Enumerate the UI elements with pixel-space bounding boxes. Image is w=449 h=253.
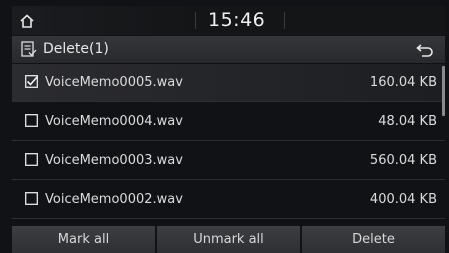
list-item[interactable]: VoiceMemo0005.wav 160.04 KB <box>12 64 445 102</box>
clock: 15:46 <box>208 9 266 31</box>
file-size: 560.04 KB <box>369 153 437 168</box>
list-item[interactable]: VoiceMemo0002.wav 400.04 KB <box>12 181 445 219</box>
home-icon <box>20 13 34 28</box>
file-name: VoiceMemo0005.wav <box>45 75 183 90</box>
checkbox-icon[interactable] <box>25 153 38 166</box>
mark-all-button[interactable]: Mark all <box>12 226 155 253</box>
file-name: VoiceMemo0003.wav <box>45 153 183 168</box>
file-size: 400.04 KB <box>369 192 437 207</box>
screen: 15:46 Delete(1) VoiceMemo0005.wav 160.04… <box>0 0 449 253</box>
file-size: 160.04 KB <box>369 75 437 90</box>
file-name: VoiceMemo0002.wav <box>45 192 183 207</box>
home-button[interactable] <box>12 6 42 35</box>
scrollbar[interactable] <box>442 66 445 116</box>
file-size: 48.04 KB <box>378 114 437 129</box>
delete-button[interactable]: Delete <box>302 226 445 253</box>
back-button[interactable] <box>405 36 445 63</box>
checkbox-icon[interactable] <box>25 192 38 205</box>
delete-list-icon <box>21 41 37 57</box>
checkbox-checked-icon[interactable] <box>25 75 38 88</box>
list-item[interactable]: VoiceMemo0003.wav 560.04 KB <box>12 142 445 180</box>
page-title: Delete(1) <box>43 41 109 57</box>
file-list: VoiceMemo0005.wav 160.04 KB VoiceMemo000… <box>12 64 445 220</box>
title-bar: Delete(1) <box>12 36 445 63</box>
unmark-all-button[interactable]: Unmark all <box>157 226 300 253</box>
status-divider-right <box>284 12 285 29</box>
status-left-area <box>42 6 195 35</box>
status-bar: 15:46 <box>12 6 445 35</box>
status-divider-left <box>195 12 196 29</box>
checkbox-icon[interactable] <box>25 114 38 127</box>
file-name: VoiceMemo0004.wav <box>45 114 183 129</box>
list-item[interactable]: VoiceMemo0004.wav 48.04 KB <box>12 103 445 141</box>
back-arrow-icon <box>416 43 433 57</box>
action-bar: Mark all Unmark all Delete <box>12 226 445 253</box>
